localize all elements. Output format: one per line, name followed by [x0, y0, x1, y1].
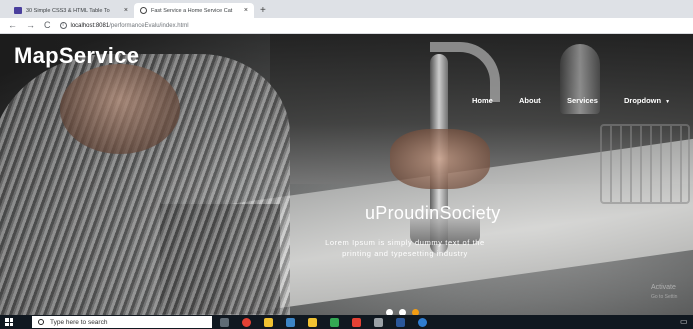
hero-photo-head	[60, 64, 180, 154]
tab-close-icon[interactable]: ×	[124, 7, 128, 14]
back-button[interactable]: ←	[8, 21, 17, 30]
hero-carousel	[0, 34, 693, 315]
slide-title: uProudinSociety	[365, 203, 501, 223]
slide-description-line-2: printing and typesetting industry	[342, 249, 468, 258]
word-icon[interactable]	[396, 317, 405, 327]
tab-close-icon[interactable]: ×	[244, 7, 248, 14]
forward-button[interactable]: →	[26, 21, 35, 30]
browser-tab-strip: 30 Simple CSS3 & HTML Table To × Fast Se…	[0, 0, 693, 18]
file-explorer-icon[interactable]	[264, 317, 273, 327]
store-icon[interactable]	[308, 317, 317, 327]
app-icon[interactable]	[330, 317, 339, 327]
activation-watermark: Activate	[651, 284, 676, 291]
chevron-down-icon: ▼	[665, 99, 671, 105]
url-path: /performanceEvalu/index.html	[109, 22, 189, 29]
hero-photo-hand	[390, 129, 490, 189]
task-view-icon[interactable]	[220, 317, 229, 327]
activation-watermark-sub: Go to Settin	[651, 294, 678, 300]
microphone-icon[interactable]: ♪	[198, 318, 202, 325]
slide-description-line-1: Lorem Ipsum is simply dummy text of the	[325, 238, 485, 247]
hero-photo-dish-rack	[600, 124, 690, 204]
taskbar-apps	[220, 315, 427, 329]
new-tab-button[interactable]: +	[260, 3, 266, 18]
site-brand-logo[interactable]: MapService	[14, 43, 139, 69]
notifications-icon[interactable]: ▭	[680, 317, 688, 326]
tab-title: 30 Simple CSS3 & HTML Table To	[26, 7, 110, 14]
taskbar-search[interactable]: Type here to search	[32, 316, 212, 328]
start-button[interactable]	[0, 315, 18, 329]
windows-taskbar: Type here to search ♪ ▭	[0, 315, 693, 329]
nav-dropdown-label: Dropdown	[624, 96, 662, 105]
site-favicon-icon	[14, 7, 22, 14]
media-icon[interactable]	[352, 317, 361, 327]
globe-favicon-icon	[140, 7, 147, 14]
reload-button[interactable]: C	[44, 21, 51, 30]
tab-title: Fast Service a Home Service Cat	[151, 7, 233, 14]
windows-logo-icon	[5, 318, 13, 326]
address-bar[interactable]: i localhost:8081/performanceEvalu/index.…	[59, 22, 189, 29]
search-placeholder: Type here to search	[50, 318, 108, 326]
chrome-icon[interactable]	[242, 317, 251, 327]
settings-icon[interactable]	[374, 317, 383, 327]
slide-description: Lorem Ipsum is simply dummy text of the …	[290, 237, 520, 259]
nav-home[interactable]: Home	[472, 96, 493, 105]
info-icon[interactable]: i	[59, 22, 67, 29]
nav-about[interactable]: About	[519, 96, 541, 105]
search-icon	[38, 319, 44, 325]
edge-icon[interactable]	[418, 317, 427, 327]
browser-tab-fast-service[interactable]: Fast Service a Home Service Cat ×	[134, 3, 254, 18]
nav-services[interactable]: Services	[567, 96, 598, 105]
nav-dropdown[interactable]: Dropdown ▼	[624, 96, 670, 105]
browser-toolbar: ← → C i localhost:8081/performanceEvalu/…	[0, 18, 693, 34]
mail-icon[interactable]	[286, 317, 295, 327]
url-host: localhost:8081	[70, 22, 110, 29]
browser-tab-table-templates[interactable]: 30 Simple CSS3 & HTML Table To ×	[8, 3, 134, 18]
